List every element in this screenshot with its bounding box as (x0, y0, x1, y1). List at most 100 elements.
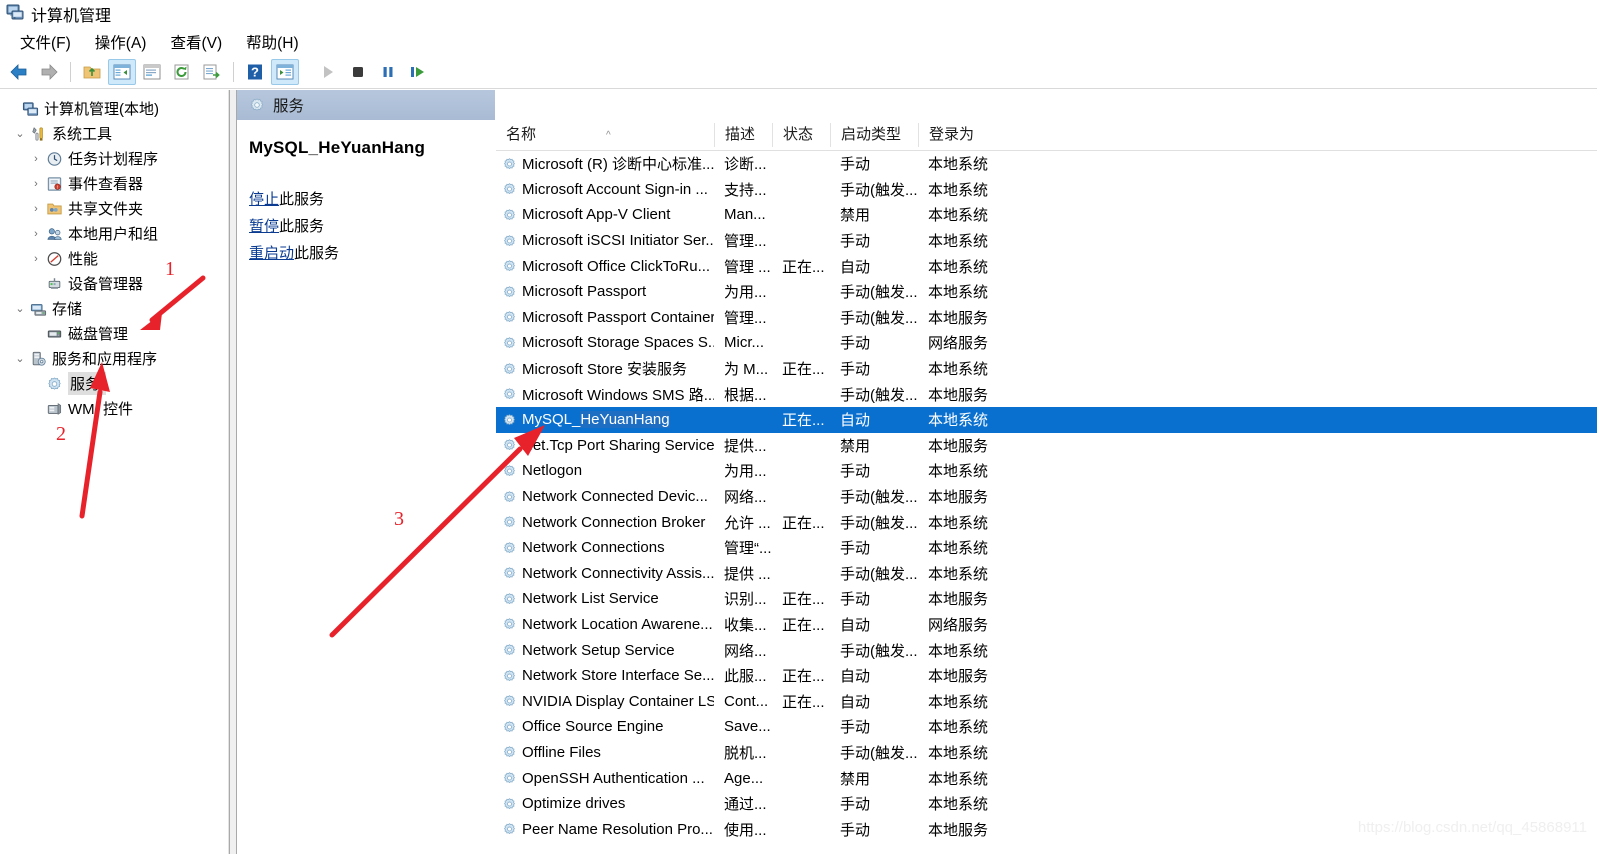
service-name-cell: Network Store Interface Se... (496, 667, 714, 684)
toolbar-help[interactable]: ? (241, 59, 269, 85)
table-row[interactable]: Microsoft Account Sign-in ... 支持... 手动(触发.… (496, 177, 1597, 203)
tree-label: 共享文件夹 (68, 201, 144, 218)
toolbar-restart-service[interactable] (404, 59, 432, 85)
pane-splitter[interactable] (229, 90, 237, 854)
toolbar-forward[interactable] (35, 59, 63, 85)
service-name-cell: Microsoft App-V Client (496, 206, 714, 223)
table-row[interactable]: Microsoft Passport 为用... 手动(触发... 本地系统 (496, 279, 1597, 305)
tree-storage[interactable]: ⌄ 存储 (0, 296, 228, 321)
service-status-cell: 正在... (782, 258, 825, 276)
table-row[interactable]: OpenSSH Authentication ... Age... 禁用 本地系统 (496, 765, 1597, 791)
tree-device-manager[interactable]: 设备管理器 (0, 271, 228, 296)
menu-file[interactable]: 文件(F) (8, 29, 83, 55)
chevron-down-icon[interactable]: ⌄ (12, 302, 28, 315)
table-row[interactable]: Network Location Awarene... 收集... 正在... 自动 网… (496, 612, 1597, 638)
pause-service-link[interactable]: 暂停此服务 (249, 215, 495, 236)
performance-icon (44, 251, 64, 267)
selected-service-name: MySQL_HeYuanHang (249, 138, 426, 157)
chevron-right-icon[interactable]: › (28, 153, 44, 165)
table-row[interactable]: Offline Files 脱机... 手动(触发... 本地系统 (496, 740, 1597, 766)
service-name-cell: MySQL_HeYuanHang (496, 411, 714, 429)
table-row[interactable]: Microsoft Storage Spaces S... Micr... 手动 网络… (496, 330, 1597, 356)
tree-local-users-and-groups[interactable]: › 本地用户和组 (0, 221, 228, 246)
table-row[interactable]: Network Setup Service 网络... 手动(触发... 本地系统 (496, 637, 1597, 663)
table-row[interactable]: Microsoft App-V Client Man... 禁用 本地系统 (496, 202, 1597, 228)
results-pane-title: 服务 (273, 98, 305, 115)
toolbar-stop-service[interactable] (344, 59, 372, 85)
tree-disk-management[interactable]: 磁盘管理 (0, 321, 228, 346)
gear-icon (502, 413, 517, 427)
toolbar-refresh[interactable] (168, 59, 196, 85)
chevron-right-icon[interactable]: › (28, 203, 44, 215)
table-row[interactable]: Office Source Engine Save... 手动 本地系统 (496, 714, 1597, 740)
chevron-down-icon[interactable]: ⌄ (12, 352, 28, 365)
chevron-right-icon[interactable]: › (28, 178, 44, 190)
column-header-status[interactable]: 状态 (772, 123, 830, 147)
toolbar-export-list[interactable] (198, 59, 226, 85)
table-row[interactable]: Network Connected Devic... 网络... 手动(触发... 本… (496, 484, 1597, 510)
service-name-text: NVIDIA Display Container LS (522, 692, 714, 710)
tree-event-viewer[interactable]: › ! 事件查看器 (0, 171, 228, 196)
table-row[interactable]: Microsoft Passport Container 管理... 手动(触发..… (496, 305, 1597, 331)
tree-task-scheduler[interactable]: › 任务计划程序 (0, 146, 228, 171)
tree-performance[interactable]: › 性能 (0, 246, 228, 271)
gear-icon (502, 490, 517, 504)
toolbar-start-service[interactable] (314, 59, 342, 85)
tree-computer-management-local[interactable]: 计算机管理(本地) (0, 96, 228, 121)
menu-view[interactable]: 查看(V) (158, 29, 234, 55)
toolbar-up-level[interactable] (78, 59, 106, 85)
service-name-text: Network Connections (522, 539, 665, 557)
table-row[interactable]: Network Store Interface Se... 此服... 正在... 自… (496, 663, 1597, 689)
table-row[interactable]: Microsoft (R) 诊断中心标准... 诊断... 手动 本地系统 (496, 151, 1597, 177)
gear-icon (44, 376, 64, 392)
service-description-cell: 网络... (724, 489, 767, 507)
table-row[interactable]: Network Connectivity Assis... 提供 ... 手动(触发… (496, 561, 1597, 587)
table-row[interactable]: Network Connections 管理“... 手动 本地系统 (496, 535, 1597, 561)
chevron-right-icon[interactable]: › (28, 253, 44, 265)
chevron-down-icon[interactable]: ⌄ (12, 127, 28, 140)
window-title: 计算机管理 (31, 8, 112, 25)
tree-system-tools[interactable]: ⌄ 系统工具 (0, 121, 228, 146)
service-description-cell: 管理... (724, 309, 767, 327)
tree-wmi-control[interactable]: WMI 控件 (0, 396, 228, 421)
table-row[interactable]: Microsoft Office ClickToRu... 管理 ... 正在...… (496, 253, 1597, 279)
service-name-cell: Network Connections (496, 539, 714, 556)
table-row[interactable]: Network Connection Broker 允许 ... 正在... 手动(触… (496, 509, 1597, 535)
toolbar-properties[interactable] (138, 59, 166, 85)
stop-service-link[interactable]: 停止此服务 (249, 188, 495, 209)
service-logon-as-cell: 本地服务 (928, 668, 989, 686)
service-description-cell: 使用... (724, 821, 767, 839)
service-startup-type-cell: 手动(触发... (840, 284, 918, 302)
toolbar-show-hide-console-tree[interactable] (108, 59, 136, 85)
column-header-name[interactable]: 名称 ^ (496, 123, 714, 147)
column-header-description[interactable]: 描述 (714, 123, 772, 147)
gear-icon (502, 617, 517, 631)
tree-services-and-applications[interactable]: ⌄ 服务和应用程序 (0, 346, 228, 371)
service-logon-as-cell: 本地系统 (928, 412, 989, 430)
gear-icon (502, 797, 517, 811)
tree-shared-folders[interactable]: › 共享文件夹 (0, 196, 228, 221)
table-row[interactable]: Microsoft Store 安装服务 为 M... 正在... 手动 本地系统 (496, 356, 1597, 382)
table-row[interactable]: Microsoft iSCSI Initiator Ser... 管理... 手动 本… (496, 228, 1597, 254)
toolbar-show-action-pane[interactable] (271, 59, 299, 85)
toolbar-pause-service[interactable] (374, 59, 402, 85)
table-row[interactable]: Microsoft Windows SMS 路... 根据... 手动(触发... 本… (496, 381, 1597, 407)
service-name-text: Network Connectivity Assis... (522, 564, 714, 582)
service-name-cell: OpenSSH Authentication ... (496, 770, 714, 787)
table-row[interactable]: MySQL_HeYuanHang 正在... 自动 本地系统 (496, 406, 1597, 433)
service-logon-as-cell: 本地服务 (928, 386, 989, 404)
table-row[interactable]: NVIDIA Display Container LS Cont... 正在... 自… (496, 688, 1597, 714)
table-row[interactable]: Netlogon 为用... 手动 本地系统 (496, 458, 1597, 484)
table-row[interactable]: Net.Tcp Port Sharing Service 提供... 禁用 本地服务 (496, 433, 1597, 459)
restart-service-link[interactable]: 重启动此服务 (249, 242, 495, 263)
menu-action[interactable]: 操作(A) (83, 29, 159, 55)
column-header-log-on-as[interactable]: 登录为 (918, 123, 1006, 147)
tree-services[interactable]: 服务 (0, 371, 228, 396)
menu-help[interactable]: 帮助(H) (234, 29, 311, 55)
toolbar-back[interactable] (5, 59, 33, 85)
table-row[interactable]: Network List Service 识别... 正在... 手动 本地服务 (496, 586, 1597, 612)
table-row[interactable]: Optimize drives 通过... 手动 本地系统 (496, 791, 1597, 817)
tree-label: 磁盘管理 (68, 326, 129, 343)
chevron-right-icon[interactable]: › (28, 228, 44, 240)
column-header-startup-type[interactable]: 启动类型 (830, 123, 918, 147)
